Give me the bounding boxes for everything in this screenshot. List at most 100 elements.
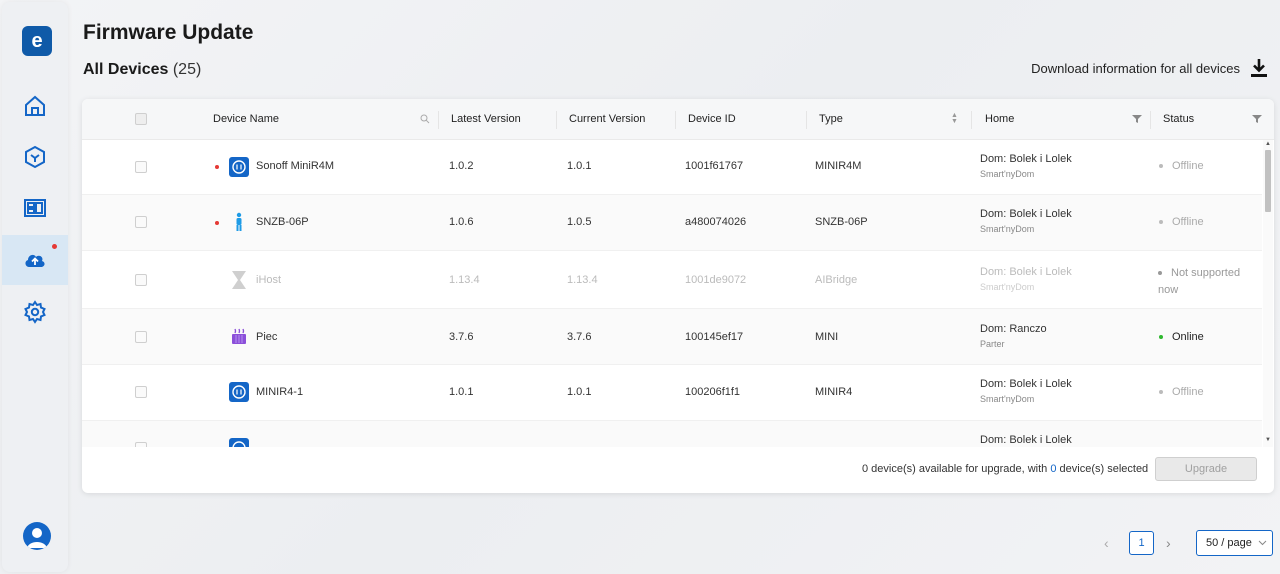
update-badge [52, 244, 57, 249]
status-text: Offline [1172, 386, 1204, 398]
switch-module-icon [229, 438, 249, 447]
table-row[interactable]: Sonoff MiniR4M 1.0.2 1.0.1 1001f61767 MI… [82, 140, 1262, 195]
filter-icon[interactable] [1132, 114, 1142, 124]
scroll-up-arrow[interactable]: ▲ [1265, 141, 1271, 147]
upgrade-summary: 0 device(s) available for upgrade, with … [862, 463, 1148, 475]
device-name: SNZB-06P [256, 216, 309, 228]
scroll-down-arrow[interactable]: ▼ [1265, 437, 1271, 443]
sidebar: e [2, 2, 68, 572]
upgrade-button[interactable]: Upgrade [1155, 457, 1257, 481]
device-name: MINIR4-1 [256, 386, 304, 398]
table-body: Sonoff MiniR4M 1.0.2 1.0.1 1001f61767 MI… [82, 140, 1262, 447]
update-available-dot [215, 165, 219, 169]
home-cell: Dom: Bolek i Lolek Smart'nyDom [980, 208, 1072, 234]
row-checkbox[interactable] [135, 161, 147, 173]
row-checkbox [135, 274, 147, 286]
dashboard-icon [24, 199, 46, 217]
status-cell: Offline [1159, 386, 1204, 398]
home-name: Dom: Bolek i Lolek [980, 434, 1072, 446]
table-scrollbar[interactable]: ▲ ▼ [1263, 140, 1273, 447]
gear-icon [24, 300, 46, 324]
ewelink-logo[interactable]: e [22, 26, 52, 56]
device-id: 1001de9072 [685, 274, 747, 286]
status-cell: Not supported now [1158, 265, 1240, 299]
filter-icon[interactable] [1252, 114, 1262, 124]
row-checkbox[interactable] [135, 386, 147, 398]
home-cell: Dom: Bolek i Lolek [980, 434, 1072, 446]
device-type: SNZB-06P [815, 216, 868, 228]
device-type: MINIR4 [815, 386, 853, 398]
home-cell: Dom: Bolek i Lolek Smart'nyDom [980, 378, 1072, 404]
page-size-select[interactable]: 50 / page [1196, 530, 1273, 556]
next-page-button[interactable]: › [1166, 535, 1171, 551]
status-text: Offline [1172, 160, 1204, 172]
home-cell: Dom: Bolek i Lolek Smart'nyDom [980, 266, 1072, 292]
page-1-button[interactable]: 1 [1129, 531, 1154, 555]
status-dot [1159, 164, 1163, 169]
table-row[interactable]: MINIR4-1 1.0.1 1.0.1 100206f1f1 MINIR4 D… [82, 365, 1262, 421]
prev-page-button[interactable]: ‹ [1104, 535, 1109, 551]
table-row[interactable]: Piec 3.7.6 3.7.6 100145ef17 MINI Dom: Ra… [82, 309, 1262, 365]
status-text: Offline [1172, 216, 1204, 228]
sidebar-item-devices[interactable] [2, 132, 68, 182]
table-row[interactable]: SNZB-06P 1.0.6 1.0.5 a480074026 SNZB-06P… [82, 195, 1262, 251]
device-count-heading: All Devices (25) [83, 61, 201, 79]
devices-table: Device Name Latest Version Current Versi… [82, 99, 1274, 493]
select-all-checkbox[interactable] [135, 113, 147, 125]
sort-icon[interactable]: ▲ ▼ [951, 112, 958, 125]
switch-module-icon [229, 382, 249, 402]
download-label: Download information for all devices [1031, 60, 1240, 76]
home-name: Dom: Bolek i Lolek [980, 378, 1072, 390]
home-cell: Dom: Bolek i Lolek Smart'nyDom [980, 153, 1072, 179]
sidebar-item-home[interactable] [2, 81, 68, 131]
home-icon [25, 95, 45, 116]
row-checkbox[interactable] [135, 442, 147, 447]
scroll-thumb[interactable] [1265, 150, 1271, 212]
sidebar-item-firmware-update[interactable] [2, 235, 68, 285]
status-text-continued: now [1158, 284, 1179, 296]
download-icon [1251, 59, 1267, 77]
current-version: 1.13.4 [567, 274, 598, 286]
current-version: 1.0.5 [567, 216, 592, 228]
device-id: 1001f61767 [685, 160, 744, 172]
latest-version: 1.13.4 [449, 274, 480, 286]
table-row[interactable]: Dom: Bolek i Lolek [82, 421, 1262, 447]
room-name: Smart'nyDom [980, 169, 1035, 179]
home-name: Dom: Bolek i Lolek [980, 266, 1072, 278]
device-name: Piec [256, 331, 278, 343]
room-name: Parter [980, 339, 1005, 349]
room-name: Smart'nyDom [980, 224, 1035, 234]
current-version: 1.0.1 [567, 386, 592, 398]
download-all-button[interactable]: Download information for all devices [1031, 58, 1268, 78]
sidebar-item-settings[interactable] [2, 287, 68, 337]
row-checkbox[interactable] [135, 331, 147, 343]
heater-icon [232, 328, 246, 344]
col-type: Type [819, 113, 843, 125]
user-avatar-icon[interactable] [23, 522, 51, 550]
search-icon[interactable] [420, 114, 430, 124]
col-home: Home [985, 113, 1015, 125]
device-count: (25) [172, 61, 202, 78]
room-name: Smart'nyDom [980, 282, 1035, 292]
selected-text: device(s) selected [1056, 463, 1149, 475]
table-header: Device Name Latest Version Current Versi… [82, 99, 1274, 140]
status-text: Not supported [1171, 267, 1241, 279]
current-version: 1.0.1 [567, 160, 592, 172]
row-checkbox[interactable] [135, 216, 147, 228]
device-id: 100206f1f1 [685, 386, 741, 398]
device-name: iHost [256, 274, 282, 286]
status-dot [1158, 271, 1162, 276]
col-device-id: Device ID [688, 113, 736, 125]
home-name: Dom: Ranczo [980, 323, 1047, 335]
col-device-name: Device Name [213, 113, 280, 125]
status-cell: Online [1159, 331, 1204, 343]
sidebar-item-dashboard[interactable] [2, 183, 68, 233]
status-dot [1159, 220, 1163, 225]
home-name: Dom: Bolek i Lolek [980, 153, 1072, 165]
available-text: device(s) available for upgrade, with [868, 463, 1051, 475]
device-id: 100145ef17 [685, 331, 744, 343]
latest-version: 3.7.6 [449, 331, 474, 343]
update-available-dot [215, 221, 219, 225]
switch-module-icon [229, 157, 249, 177]
page-size-value: 50 / page [1206, 537, 1252, 549]
